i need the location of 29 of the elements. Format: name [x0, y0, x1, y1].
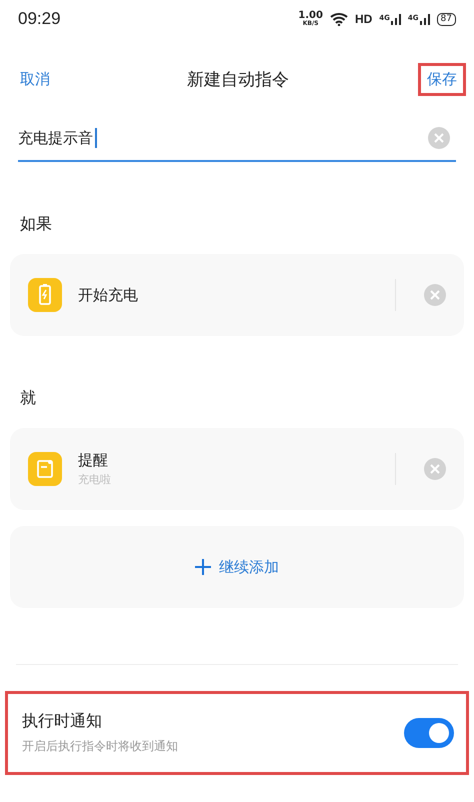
hd-indicator: HD — [354, 12, 372, 26]
battery-indicator: 87 — [436, 12, 456, 26]
signal-icon — [420, 14, 430, 24]
clear-icon[interactable] — [428, 127, 450, 149]
item-subtitle: 充电啦 — [78, 472, 112, 487]
setting-title: 执行时通知 — [22, 711, 103, 732]
notification-toggle[interactable] — [404, 718, 454, 748]
section-heading: 就 — [20, 388, 37, 409]
condition-card[interactable]: 提醒 充电啦 — [10, 428, 464, 510]
signal-icon — [390, 14, 401, 24]
wifi-icon — [330, 12, 348, 26]
field-value: 充电提示音 — [18, 128, 93, 148]
cancel-button[interactable]: 取消 — [12, 64, 58, 94]
network-speed: 1.00 — [298, 11, 323, 21]
note-icon — [28, 452, 62, 486]
plus-icon — [195, 559, 211, 575]
page-title: 新建自动指令 — [187, 68, 289, 90]
section-heading: 如果 — [20, 214, 53, 235]
clock: 09:29 — [18, 9, 61, 29]
add-button[interactable]: 继续添加 — [10, 526, 464, 608]
battery-charging-icon — [28, 278, 62, 312]
save-button[interactable]: 保存 — [418, 62, 466, 96]
condition-card[interactable]: 开始充电 — [10, 254, 464, 336]
remove-icon[interactable] — [424, 458, 446, 480]
name-field[interactable]: 充电提示音 — [18, 116, 456, 162]
setting-description: 开启后执行指令时将收到通知 — [22, 738, 179, 755]
item-title: 提醒 — [78, 451, 109, 470]
item-title: 开始充电 — [78, 286, 139, 304]
remove-icon[interactable] — [424, 284, 446, 306]
